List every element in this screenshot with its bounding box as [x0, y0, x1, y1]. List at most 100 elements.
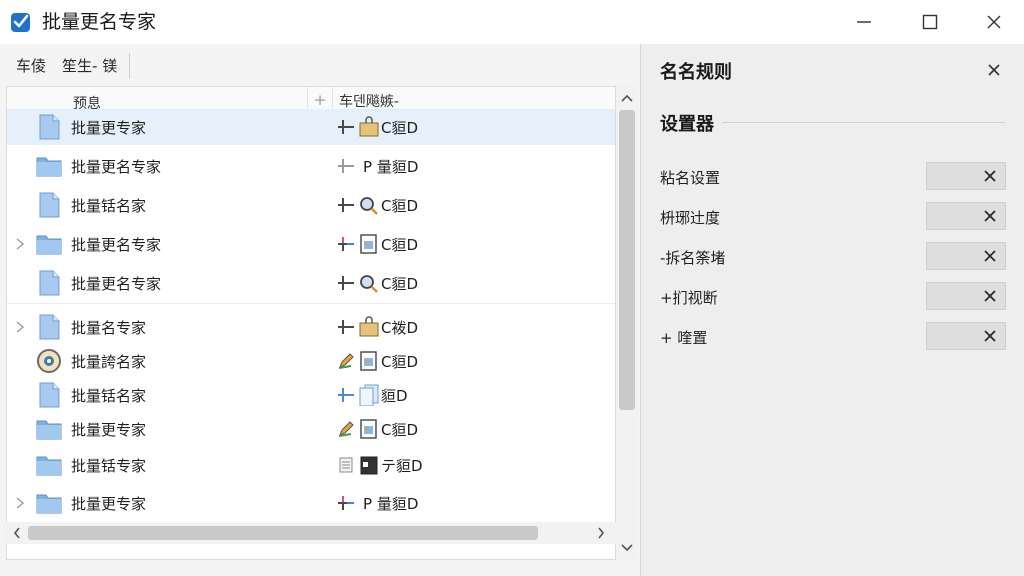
new-file-name: P 量貆D: [363, 158, 419, 176]
folder-lock-icon: [359, 116, 379, 138]
remove-rule-button[interactable]: [926, 162, 1006, 190]
file-name: 批量更专家: [71, 495, 147, 513]
pencil-icon: [337, 420, 355, 438]
calendar-icon: [359, 454, 379, 476]
plus-arrow-icon: [337, 318, 355, 336]
maximize-button[interactable]: [902, 0, 958, 44]
file-name: 批量更名专家: [71, 275, 162, 293]
plus-arrow-icon: [337, 118, 355, 136]
group-divider: [7, 303, 615, 304]
expand-arrow-icon[interactable]: [15, 237, 25, 251]
document-icon: [35, 269, 63, 297]
new-file-name: C貆D: [381, 236, 419, 254]
folder-icon: [35, 415, 63, 443]
app-logo-icon: [11, 13, 30, 32]
file-list-pane: 车倰 笙生- 镁 + 车덴飚嫉- 批量更专家 C貆D 预息 批量更名专家 P 量貆D 批量…: [0, 44, 641, 576]
toolbar-button-2[interactable]: 笙生- 镁: [54, 51, 125, 81]
file-row[interactable]: 批量铦名家 C貆D: [7, 187, 615, 223]
text-document-icon: [337, 456, 355, 474]
file-row[interactable]: 批量铦名家 貆D: [7, 377, 615, 413]
plus-arrow-icon: [337, 235, 355, 253]
close-panel-button[interactable]: [982, 58, 1006, 82]
rule-item: +扪视断: [660, 282, 1006, 312]
file-name: 批量名专家: [71, 319, 147, 337]
close-window-button[interactable]: [966, 0, 1022, 44]
close-icon: [984, 290, 996, 302]
rule-label: +扪视断: [660, 289, 718, 307]
file-row[interactable]: 批量更专家 C貆D: [7, 411, 615, 447]
new-file-name: C貆D: [381, 421, 419, 439]
rule-item: 枡琊辻度: [660, 202, 1006, 232]
new-file-name: 貆D: [381, 387, 408, 405]
scroll-right-button[interactable]: [592, 522, 610, 544]
scroll-down-button[interactable]: [616, 538, 638, 558]
title-bar: 批量更名专家: [0, 0, 1024, 44]
file-row[interactable]: 批量名专家 C袯D: [7, 309, 615, 345]
rule-label: + 喹置: [660, 329, 708, 347]
expand-arrow-icon[interactable]: [15, 496, 25, 510]
folder-icon: [35, 451, 63, 479]
close-icon: [988, 64, 1000, 76]
file-row[interactable]: 批量更专家 C貆D 预息: [7, 96, 615, 145]
file-name: 批量更名专家: [71, 158, 162, 176]
minimize-button[interactable]: [836, 0, 892, 44]
new-file-name: C貆D: [381, 353, 419, 371]
chevron-down-icon: [621, 544, 633, 552]
folder-lock-icon: [359, 316, 379, 338]
pages-icon: [359, 384, 379, 407]
plus-arrow-icon: [337, 494, 355, 512]
document-icon: [35, 191, 63, 219]
section-divider: [722, 122, 1005, 123]
plus-arrow-icon: [337, 274, 355, 292]
new-file-name: C貆D: [381, 119, 419, 137]
file-row[interactable]: 批量更专家 P 量貆D: [7, 485, 615, 521]
rule-label: 粘名设置: [660, 169, 721, 187]
new-file-name: テ貆D: [381, 457, 423, 475]
plus-arrow-icon: [337, 386, 355, 404]
pencil-icon: [337, 352, 355, 370]
horizontal-scroll-thumb[interactable]: [28, 526, 538, 540]
image-document-icon: [359, 233, 379, 255]
file-row[interactable]: 批量更名专家 C貆D: [7, 226, 615, 262]
rule-label: 枡琊辻度: [660, 209, 721, 227]
rename-rules-panel: 名名规则 设置器 粘名设置 枡琊辻度 -拆名筡堵 +扪视断 + 喹置: [642, 44, 1024, 576]
image-document-icon: [359, 350, 379, 372]
compass-icon: [35, 347, 63, 375]
file-row[interactable]: 批量更名专家 P 量貆D: [7, 148, 615, 184]
file-row[interactable]: 批量铦专家 テ貆D: [7, 447, 615, 483]
vertical-scrollbar[interactable]: [616, 86, 638, 560]
remove-rule-button[interactable]: [926, 242, 1006, 270]
magnifier-icon: [359, 272, 379, 294]
maximize-icon: [922, 14, 938, 30]
remove-rule-button[interactable]: [926, 322, 1006, 350]
section-title: 设置器: [660, 114, 714, 135]
panel-title: 名名规则: [660, 62, 732, 83]
file-name: 批量更名专家: [71, 236, 162, 254]
column-header-new-name[interactable]: 车덴飚嫉-: [339, 91, 399, 111]
toolbar: 车倰 笙生- 镁: [8, 50, 131, 82]
close-icon: [984, 330, 996, 342]
file-row[interactable]: 批量更名专家 C貆D: [7, 265, 615, 301]
new-file-name: P 量貆D: [363, 495, 419, 513]
new-file-name: C貆D: [381, 275, 419, 293]
toolbar-separator: [129, 53, 131, 79]
magnifier-icon: [359, 194, 379, 216]
new-file-name: C袯D: [381, 319, 419, 337]
file-row[interactable]: 批量誇名家 C貆D: [7, 343, 615, 379]
toolbar-button-1[interactable]: 车倰: [8, 51, 54, 81]
expand-arrow-icon[interactable]: [15, 320, 25, 334]
file-name: 批量更专家: [71, 119, 147, 137]
vertical-scroll-thumb[interactable]: [619, 110, 635, 410]
remove-rule-button[interactable]: [926, 202, 1006, 230]
close-icon: [984, 250, 996, 262]
remove-rule-button[interactable]: [926, 282, 1006, 310]
document-icon: [35, 313, 63, 341]
chevron-left-icon: [13, 527, 20, 539]
rule-item: 粘名设置: [660, 162, 1006, 192]
scroll-up-button[interactable]: [616, 88, 638, 108]
chevron-right-icon: [598, 527, 605, 539]
file-name: 批量誇名家: [71, 353, 147, 371]
column-header-preview[interactable]: 预息: [73, 93, 101, 113]
horizontal-scrollbar[interactable]: [6, 522, 616, 544]
scroll-left-button[interactable]: [8, 522, 26, 544]
